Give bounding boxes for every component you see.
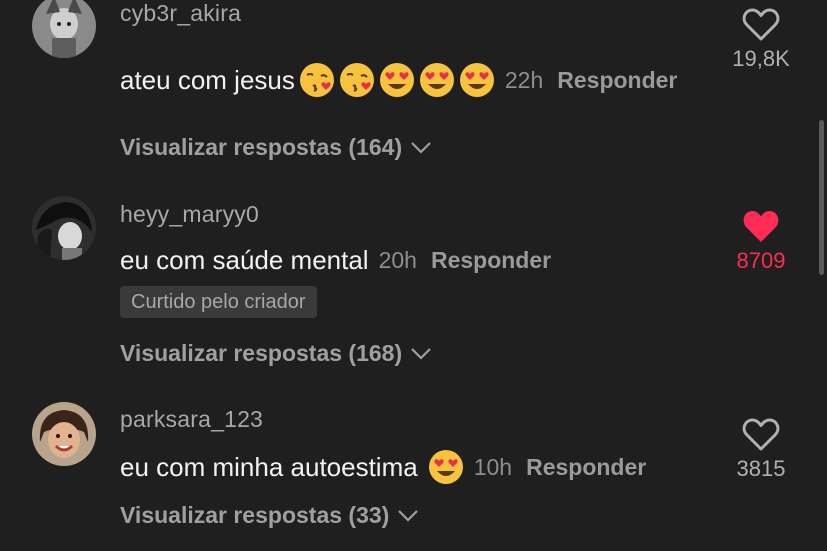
view-replies-label: Visualizar respostas (168) [120, 340, 403, 366]
comment-text: eu com saúde mental [120, 244, 369, 275]
heart-filled-icon [743, 211, 779, 242]
comment-time: 22h [504, 66, 544, 93]
liked-by-creator-badge: Curtido pelo criador [120, 286, 317, 318]
heart-eyes-emoji-icon [419, 63, 454, 97]
reply-button[interactable]: Responder [526, 454, 646, 481]
scrollbar[interactable] [819, 120, 824, 275]
emoji-group [428, 449, 464, 485]
heart-eyes-emoji-icon [379, 63, 414, 97]
chevron-down-icon [398, 509, 419, 522]
comment-text: eu com minha autoestima [120, 451, 418, 482]
chevron-down-icon [411, 141, 431, 154]
like-button[interactable]: 3815 [713, 418, 809, 482]
reply-button[interactable]: Responder [557, 67, 677, 94]
like-count: 8709 [736, 248, 786, 273]
comment-time: 10h [473, 453, 513, 480]
reply-button[interactable]: Responder [431, 247, 551, 274]
comment-username[interactable]: parksara_123 [120, 406, 263, 433]
comment-time: 20h [378, 246, 417, 273]
like-count: 19,8K [732, 46, 790, 71]
heart-eyes-emoji-icon [428, 450, 463, 484]
comment-body: eu com saúde mental 20h Responder [120, 242, 551, 278]
chevron-down-icon [411, 347, 431, 360]
view-replies-button[interactable]: Visualizar respostas (33) [120, 502, 419, 529]
comment-username[interactable]: cyb3r_akira [120, 0, 241, 27]
emoji-group [299, 62, 495, 98]
comment-body: eu com minha autoestima 10h Responder [120, 449, 646, 485]
comment-username[interactable]: heyy_maryy0 [120, 201, 259, 228]
avatar[interactable] [32, 196, 96, 260]
view-replies-button[interactable]: Visualizar respostas (164) [120, 134, 432, 161]
kissing-heart-emoji-icon [339, 63, 374, 97]
like-button[interactable]: 8709 [713, 210, 809, 274]
view-replies-label: Visualizar respostas (164) [120, 134, 403, 160]
view-replies-label: Visualizar respostas (33) [120, 502, 390, 528]
comment-body: ateu com jesus 22h Responder [120, 62, 677, 98]
heart-outline-icon [742, 418, 780, 451]
view-replies-button[interactable]: Visualizar respostas (168) [120, 340, 432, 367]
avatar[interactable] [32, 402, 96, 466]
comment-text: ateu com jesus [120, 64, 295, 95]
like-count: 3815 [736, 456, 786, 481]
heart-eyes-emoji-icon [459, 63, 494, 97]
avatar[interactable] [32, 0, 96, 58]
like-button[interactable]: 19,8K [713, 8, 809, 72]
heart-outline-icon [742, 8, 780, 41]
kissing-heart-emoji-icon [299, 63, 334, 97]
